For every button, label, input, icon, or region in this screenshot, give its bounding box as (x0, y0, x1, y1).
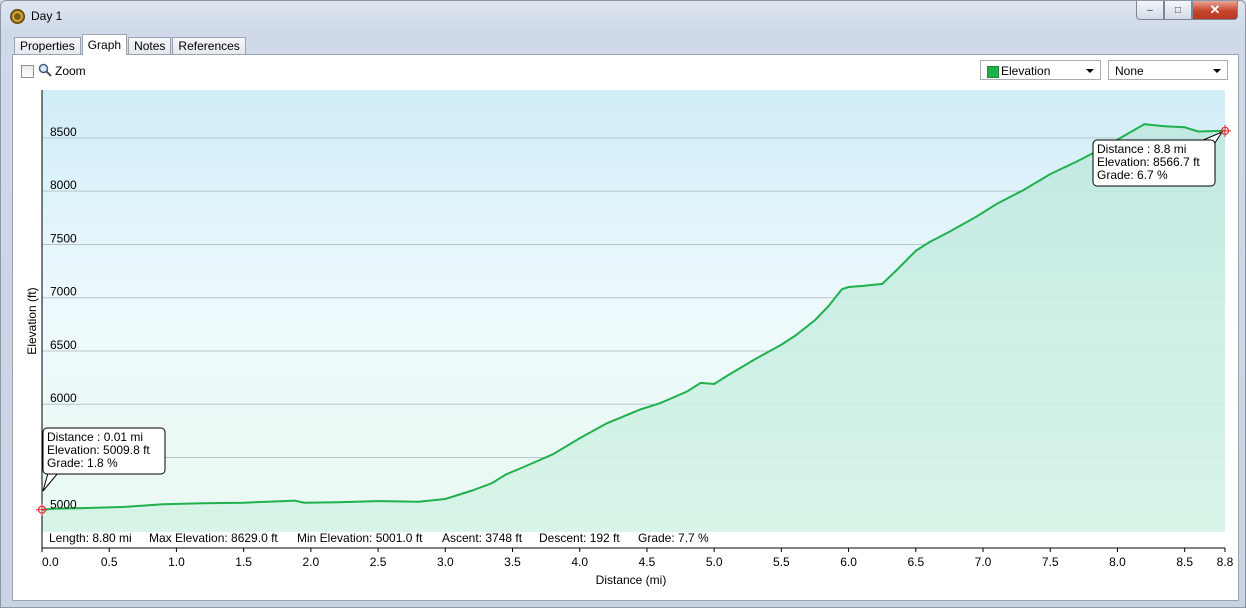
end-grade: Grade: 6.7 % (1097, 168, 1168, 182)
x-tick-label: 5.5 (773, 555, 790, 569)
y-tick-label: 7500 (50, 231, 77, 245)
x-tick-label: 7.0 (975, 555, 992, 569)
app-window: Day 1 – □ ✕ Properties Graph Notes Refer… (0, 0, 1246, 608)
start-elevation: Elevation: 5009.8 ft (47, 443, 150, 457)
start-grade: Grade: 1.8 % (47, 456, 118, 470)
summary-max-elevation: Max Elevation: 8629.0 ft (149, 531, 278, 545)
x-tick-label: 0.5 (101, 555, 118, 569)
x-axis-label: Distance (mi) (596, 573, 667, 587)
start-distance: Distance : 0.01 mi (47, 430, 143, 444)
end-elevation: Elevation: 8566.7 ft (1097, 155, 1200, 169)
y-tick-label: 6000 (50, 391, 77, 405)
x-tick-label: 1.5 (235, 555, 252, 569)
x-tick-label: 3.0 (437, 555, 454, 569)
x-tick-label: 8.8 (1217, 555, 1234, 569)
x-tick-labels: 0.0 0.5 1.0 1.5 2.0 2.5 3.0 3.5 4.0 4.5 5.0 5.5 6.0 6… (41, 548, 1234, 569)
elevation-chart[interactable]: 50005500600065007000750080008500 0.00.51… (1, 1, 1245, 607)
summary-grade: Grade: 7.7 % (638, 531, 709, 545)
x-tick-label: 6.5 (907, 555, 924, 569)
end-point-tooltip: Distance : 8.8 mi Elevation: 8566.7 ft G… (1092, 130, 1224, 187)
x-tick-label: 6.0 (840, 555, 857, 569)
summary-length: Length: 8.80 mi (49, 531, 132, 545)
y-tick-label: 8500 (50, 125, 77, 139)
x-tick-label: 5.0 (706, 555, 723, 569)
x-tick-label: 8.0 (1109, 555, 1126, 569)
summary-ascent: Ascent: 3748 ft (442, 531, 523, 545)
y-tick-label: 8000 (50, 178, 77, 192)
summary-min-elevation: Min Elevation: 5001.0 ft (297, 531, 423, 545)
x-tick-label: 4.0 (571, 555, 588, 569)
x-tick-label: 2.5 (370, 555, 387, 569)
summary-descent: Descent: 192 ft (539, 531, 620, 545)
tab-graph[interactable]: Graph (81, 34, 128, 55)
x-tick-label: 0.0 (42, 555, 59, 569)
y-tick-label: 7000 (50, 285, 77, 299)
y-tick-label: 5000 (50, 498, 77, 512)
x-tick-label: 3.5 (504, 555, 521, 569)
x-tick-label: 2.0 (303, 555, 320, 569)
end-distance: Distance : 8.8 mi (1097, 142, 1186, 156)
y-axis-label: Elevation (ft) (25, 287, 39, 354)
x-tick-label: 4.5 (639, 555, 656, 569)
x-tick-label: 8.5 (1176, 555, 1193, 569)
x-tick-label: 7.5 (1042, 555, 1059, 569)
x-tick-label: 1.0 (168, 555, 185, 569)
y-tick-label: 6500 (50, 338, 77, 352)
